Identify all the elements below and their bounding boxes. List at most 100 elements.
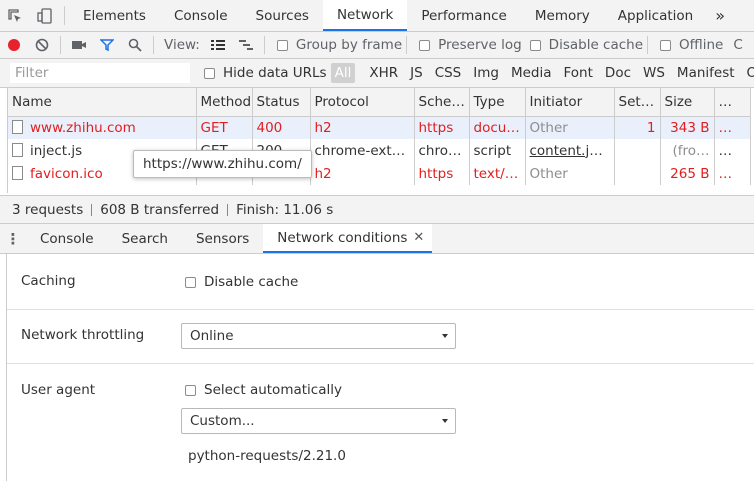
column-header-protocol[interactable]: Protocol <box>310 88 415 117</box>
type-filter-font[interactable]: Font <box>558 65 599 81</box>
user-agent-string[interactable]: python-requests/2.21.0 <box>188 448 346 464</box>
disable-cache-checkbox[interactable]: Disable cache <box>529 37 644 53</box>
select-automatically-checkbox[interactable]: Select automatically <box>185 382 342 398</box>
cell-initiator: content.js:76 <box>525 139 615 162</box>
tab-application[interactable]: Application <box>604 0 707 31</box>
checkbox-box[interactable] <box>185 276 196 288</box>
column-header-method[interactable]: Method <box>196 88 253 117</box>
type-filter-ws[interactable]: WS <box>637 65 671 81</box>
type-filter-other[interactable]: Othe <box>741 65 754 81</box>
large-rows-button[interactable] <box>204 32 232 58</box>
tab-console[interactable]: Console <box>160 0 242 31</box>
checkbox-box[interactable] <box>419 39 431 51</box>
group-by-frame-checkbox[interactable]: Group by frame <box>276 37 402 53</box>
tab-network[interactable]: Network <box>322 0 408 31</box>
column-header-initiator[interactable]: Initiator <box>525 88 615 117</box>
drawer-tab-search[interactable]: Search <box>108 224 182 253</box>
hide-data-urls-label: Hide data URLs <box>223 65 327 81</box>
table-row[interactable]: inject.js GET 200 chrome-exte… chro… scr… <box>8 139 751 162</box>
select-automatically-label: Select automatically <box>204 382 342 398</box>
cell-type: docu… <box>469 116 526 139</box>
toolbar-separator <box>60 36 61 54</box>
drawer-tab-network-conditions[interactable]: Network conditions ✕ <box>263 224 433 253</box>
waterfall-icon <box>238 40 253 50</box>
cell-name[interactable]: www.zhihu.com <box>8 116 197 139</box>
caching-section: Caching Disable cache <box>7 254 754 310</box>
column-header-scheme[interactable]: Sche… <box>414 88 470 117</box>
requests-table: Name Method Status Protocol Sche… Type I… <box>7 88 754 193</box>
summary-divider <box>227 203 229 216</box>
filter-input[interactable] <box>10 63 190 83</box>
type-filter-css[interactable]: CSS <box>429 65 468 81</box>
waterfall-button[interactable] <box>232 32 260 58</box>
disable-cache-label: Disable cache <box>548 37 644 53</box>
type-filter-all[interactable]: All <box>330 63 356 83</box>
cell-protocol: h2 <box>310 116 415 139</box>
checkbox-box[interactable] <box>529 39 541 51</box>
type-filter-media[interactable]: Media <box>505 65 558 81</box>
video-camera-icon <box>72 41 86 49</box>
drawer-tab-sensors[interactable]: Sensors <box>182 224 263 253</box>
clear-button[interactable] <box>28 32 56 58</box>
column-header-name[interactable]: Name <box>8 88 197 117</box>
throttling-dropdown[interactable]: C <box>733 37 742 53</box>
drawer-menu-icon[interactable]: ⋮ <box>0 224 26 253</box>
more-tabs-icon[interactable]: » <box>707 0 733 31</box>
column-header-set-cookies[interactable]: Set… <box>614 88 661 117</box>
close-icon[interactable]: ✕ <box>413 230 424 245</box>
cell-protocol: chrome-exte… <box>310 139 415 162</box>
offline-checkbox[interactable]: Offline <box>660 37 723 53</box>
type-filter-js[interactable]: JS <box>404 65 429 81</box>
cell-scheme: https <box>414 116 470 139</box>
user-agent-select[interactable]: Custom... <box>181 408 456 434</box>
column-header-type[interactable]: Type <box>469 88 526 117</box>
summary-divider <box>91 203 93 216</box>
checkbox-box[interactable] <box>276 39 288 51</box>
tab-sources[interactable]: Sources <box>242 0 323 31</box>
cell-scheme: https <box>414 162 470 185</box>
type-filter-xhr[interactable]: XHR <box>363 65 404 81</box>
checkbox-box[interactable] <box>660 39 672 51</box>
initiator-link[interactable]: content.js:76 <box>530 143 614 159</box>
tab-performance[interactable]: Performance <box>407 0 521 31</box>
cell-status: 400 <box>252 116 311 139</box>
column-header-size[interactable]: Size <box>660 88 715 117</box>
finish-time: Finish: 11.06 s <box>236 201 334 218</box>
table-row[interactable]: favicon.ico GET 400 h2 https text/… Othe… <box>8 162 751 185</box>
type-filter-doc[interactable]: Doc <box>599 65 637 81</box>
hide-data-urls-checkbox[interactable]: Hide data URLs <box>204 65 327 81</box>
type-filter-manifest[interactable]: Manifest <box>671 65 741 81</box>
column-header-status[interactable]: Status <box>252 88 311 117</box>
document-icon <box>12 119 23 134</box>
column-header-more[interactable]: … <box>714 88 751 117</box>
cell-more: … <box>714 139 751 162</box>
search-button[interactable] <box>121 32 149 58</box>
inspect-element-icon[interactable] <box>0 0 30 31</box>
throttling-select[interactable]: Online <box>181 323 456 349</box>
tab-memory[interactable]: Memory <box>521 0 604 31</box>
transferred-size: 608 B transferred <box>100 201 220 218</box>
type-filter-img[interactable]: Img <box>467 65 505 81</box>
toolbar-separator <box>406 36 408 54</box>
screenshot-button[interactable] <box>65 32 93 58</box>
checkbox-box[interactable] <box>204 67 215 79</box>
list-view-icon <box>210 40 225 50</box>
cell-type: script <box>469 139 526 162</box>
cell-method: GET <box>196 116 253 139</box>
cell-set-cookies <box>614 139 661 162</box>
nc-disable-cache-label: Disable cache <box>204 274 299 290</box>
device-toolbar-icon[interactable] <box>30 0 60 31</box>
throttling-value: Online <box>190 328 234 344</box>
preserve-log-checkbox[interactable]: Preserve log <box>419 37 522 53</box>
record-button[interactable] <box>0 32 28 58</box>
drawer-tab-console[interactable]: Console <box>26 224 108 253</box>
document-icon <box>12 165 23 180</box>
offline-label: Offline <box>679 37 724 53</box>
tab-elements[interactable]: Elements <box>69 0 160 31</box>
table-row[interactable]: www.zhihu.com GET 400 h2 https docu… Oth… <box>8 116 751 139</box>
cell-set-cookies: 1 <box>614 116 661 139</box>
checkbox-box[interactable] <box>185 384 196 396</box>
toolbar-separator <box>647 36 649 54</box>
nc-disable-cache-checkbox[interactable]: Disable cache <box>185 274 298 290</box>
filter-toggle-button[interactable] <box>93 32 121 58</box>
